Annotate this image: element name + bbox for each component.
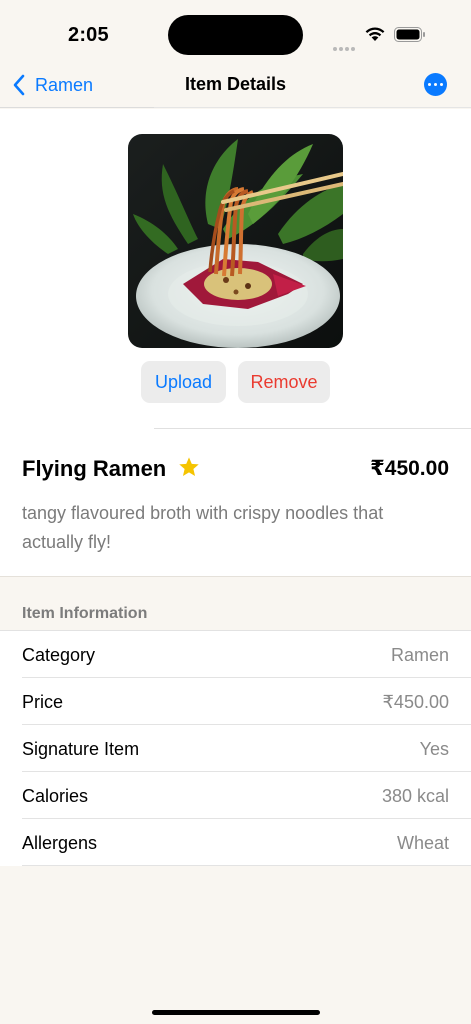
section-header-item-information: Item Information (22, 605, 148, 622)
upload-button[interactable]: Upload (141, 361, 226, 403)
list-item-signature-item: Signature Item Yes (0, 725, 471, 772)
cellular-signal-icon (333, 38, 357, 56)
home-indicator[interactable] (152, 1010, 320, 1015)
item-header-card: Upload Remove Flying Ramen ₹450.00 tangy… (0, 107, 471, 576)
remove-button[interactable]: Remove (238, 361, 330, 403)
row-label: Allergens (22, 833, 98, 853)
row-label: Category (22, 645, 96, 665)
row-label: Price (22, 692, 64, 712)
divider (0, 576, 471, 577)
page-title: Item Details (184, 74, 287, 94)
row-value: 380 kcal (381, 786, 449, 806)
item-name: Flying Ramen (22, 456, 167, 481)
item-photo (128, 134, 343, 348)
navigation-bar: Ramen Item Details (0, 64, 471, 108)
divider (154, 428, 471, 429)
divider (22, 865, 471, 866)
list-item-calories: Calories 380 kcal (0, 772, 471, 819)
battery-icon (394, 27, 425, 42)
more-options-icon[interactable] (424, 73, 447, 96)
row-value: Wheat (396, 833, 449, 853)
item-price: ₹450.00 (370, 457, 449, 480)
row-value: Ramen (390, 645, 449, 665)
ramen-photo-image (128, 134, 343, 348)
dynamic-island (168, 15, 303, 55)
item-description: tangy flavoured broth with crispy noodle… (22, 503, 384, 552)
list-item-allergens: Allergens Wheat (0, 819, 471, 866)
status-bar: 2:05 (0, 0, 471, 64)
row-value: ₹450.00 (382, 692, 449, 712)
row-value: Yes (419, 739, 449, 759)
item-information-list: Category Ramen Price ₹450.00 Signature I… (0, 630, 471, 866)
row-label: Calories (22, 786, 89, 806)
wifi-icon (365, 27, 385, 41)
divider (154, 107, 471, 108)
row-label: Signature Item (22, 739, 140, 759)
status-time: 2:05 (68, 24, 109, 46)
list-item-price: Price ₹450.00 (0, 678, 471, 725)
list-item-category: Category Ramen (0, 631, 471, 678)
star-icon (179, 457, 199, 476)
